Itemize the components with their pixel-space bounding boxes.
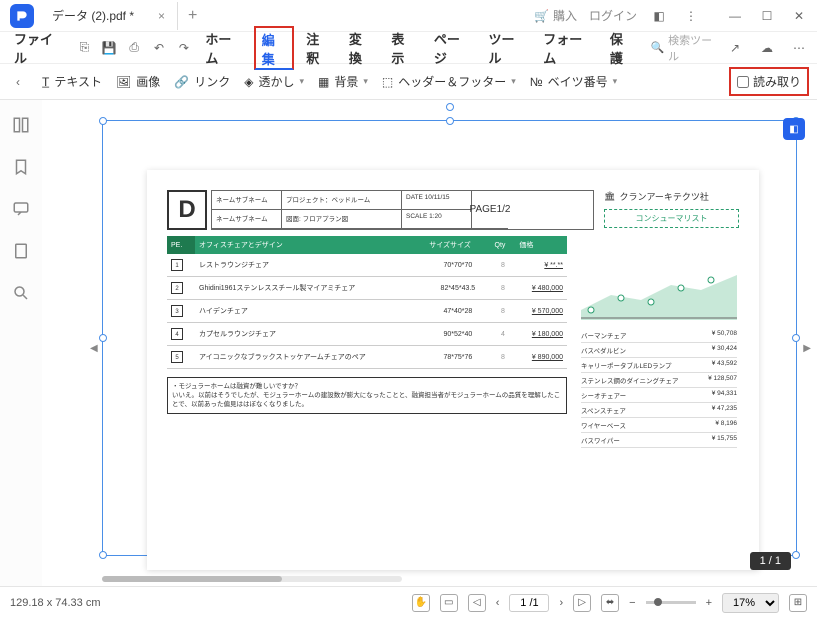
menu-edit[interactable]: 編集 <box>254 26 295 70</box>
table-row: 5アイコニックなブラックストッケアームチェアのペア78*75*768¥ 890,… <box>167 346 567 369</box>
search-sidebar-icon[interactable] <box>12 284 30 302</box>
nav-right-icon[interactable]: ▶ <box>803 343 811 354</box>
minimize-button[interactable]: — <box>721 2 749 30</box>
zoom-out-icon[interactable]: − <box>629 597 635 609</box>
background-tool[interactable]: ▦背景▾ <box>318 73 368 90</box>
share-icon[interactable]: ↗ <box>725 38 745 58</box>
view-mode-icon[interactable]: ⊞ <box>789 594 807 612</box>
readonly-toggle[interactable]: 読み取り <box>729 67 809 96</box>
menu-convert[interactable]: 変換 <box>343 25 380 71</box>
open-icon[interactable]: ⎘ <box>75 38 94 58</box>
handle-tl[interactable] <box>99 117 107 125</box>
note-box: ・モジュラーホームは融資が難しいですか？ いいえ。以前はそうでしたが、モジュラー… <box>167 377 567 414</box>
chevron-left-icon[interactable]: ‹ <box>8 72 28 92</box>
list-item: ステンレス鋼のダイニングチェア¥ 128,507 <box>581 373 737 388</box>
list-item: キャリーポータブルLEDランプ¥ 43,592 <box>581 358 737 373</box>
page-badge-icon[interactable]: ◧ <box>783 118 805 140</box>
undo-icon[interactable]: ↶ <box>150 38 169 58</box>
add-tab-button[interactable]: + <box>178 7 207 25</box>
tab-title: データ (2).pdf * <box>52 7 134 24</box>
more-icon[interactable]: ⋮ <box>681 6 701 26</box>
bookmark-icon[interactable] <box>12 158 30 176</box>
menu-home[interactable]: ホーム <box>199 25 247 71</box>
file-menu[interactable]: ファイル <box>8 25 69 71</box>
nav-left-icon[interactable]: ◀ <box>90 343 98 354</box>
cloud-icon[interactable]: ☁ <box>757 38 777 58</box>
menu-tool[interactable]: ツール <box>482 25 531 71</box>
page-input[interactable] <box>509 594 549 612</box>
redo-icon[interactable]: ↷ <box>174 38 193 58</box>
handle-br[interactable] <box>792 551 800 559</box>
login-link[interactable]: ログイン <box>589 7 637 24</box>
document-page: D ネームサブネーム プロジェクト：ベッドルーム DATE 10/11/15 P… <box>147 170 759 570</box>
close-tab-icon[interactable]: × <box>158 9 165 23</box>
list-item: スペンスチェア¥ 47,235 <box>581 403 737 418</box>
prev-page-icon[interactable]: ◁ <box>468 594 486 612</box>
fit-width-icon[interactable]: ⬌ <box>601 594 619 612</box>
table-row: 2Ghidini1961ステンレススチール製マイアミチェア82*45*43.58… <box>167 277 567 300</box>
attachment-icon[interactable] <box>12 242 30 260</box>
header-footer-tool[interactable]: ⬚ヘッダー＆フッター▾ <box>382 73 516 90</box>
handle-ml[interactable] <box>99 334 107 342</box>
handle-rotate[interactable] <box>446 103 454 111</box>
bates-tool[interactable]: №ベイツ番号▾ <box>530 73 617 90</box>
close-window-button[interactable]: ✕ <box>785 2 813 30</box>
dimensions-readout: 129.18 x 74.33 cm <box>10 597 101 609</box>
sidebar <box>0 100 42 586</box>
handle-mr[interactable] <box>792 334 800 342</box>
menu-comment[interactable]: 注釈 <box>300 25 337 71</box>
table-row: 4カプセルラウンジチェア90*52*404¥ 180,000 <box>167 323 567 346</box>
list-item: バスペダルビン¥ 30,424 <box>581 343 737 358</box>
thumbnail-icon[interactable] <box>12 116 30 134</box>
horizontal-scrollbar[interactable] <box>102 576 402 582</box>
company-block: 🏛クランアーキテクツ社 コンシューマリスト <box>604 190 739 230</box>
page-chevron-left[interactable]: ‹ <box>496 597 500 609</box>
menu-form[interactable]: フォーム <box>537 25 598 71</box>
text-tool[interactable]: T̲テキスト <box>42 73 102 90</box>
maximize-button[interactable]: ☐ <box>753 2 781 30</box>
list-item: シーオチェアー¥ 94,331 <box>581 388 737 403</box>
watermark-tool[interactable]: ◈透かし▾ <box>244 73 304 90</box>
handle-bl[interactable] <box>99 551 107 559</box>
zoom-select[interactable]: 17% <box>722 593 779 613</box>
menu-page[interactable]: ページ <box>428 25 477 71</box>
next-page-icon[interactable]: ▷ <box>573 594 591 612</box>
table-row: 3ハイデンチェア47*40*288¥ 570,000 <box>167 300 567 323</box>
header-grid: ネームサブネーム プロジェクト：ベッドルーム DATE 10/11/15 PAG… <box>211 190 594 230</box>
menu-protect[interactable]: 保護 <box>604 25 641 71</box>
handle-mt[interactable] <box>446 117 454 125</box>
canvas[interactable]: ◀ ▶ ◧ D ネームサブネーム プロジェクト：ベッドルーム DATE 10/1… <box>42 100 817 586</box>
product-table: PE. オフィスチェアとデザイン サイズサイズ Qty 価格 1レストラウンジチ… <box>167 236 567 369</box>
print-icon[interactable]: ⎙ <box>125 38 144 58</box>
menu-view[interactable]: 表示 <box>385 25 422 71</box>
mini-chart <box>581 260 737 320</box>
select-tool-icon[interactable]: ▭ <box>440 594 458 612</box>
save-icon[interactable]: 💾 <box>100 38 119 58</box>
page-chevron-right[interactable]: › <box>559 597 563 609</box>
hand-tool-icon[interactable]: ✋ <box>412 594 430 612</box>
comment-icon[interactable] <box>12 200 30 218</box>
zoom-in-icon[interactable]: + <box>706 597 712 609</box>
side-list: バーマンチェア¥ 50,708バスペダルビン¥ 30,424キャリーポータブルL… <box>581 328 737 448</box>
readonly-checkbox[interactable] <box>737 76 749 88</box>
page-indicator[interactable]: 1 / 1 <box>750 552 791 570</box>
list-item: ワイヤーベース¥ 8,196 <box>581 418 737 433</box>
purchase-link[interactable]: 🛒購入 <box>534 7 577 24</box>
zoom-slider[interactable] <box>646 601 696 604</box>
doc-logo: D <box>167 190 207 230</box>
help-icon[interactable]: ⋯ <box>789 38 809 58</box>
notification-icon[interactable]: ◧ <box>649 6 669 26</box>
image-tool[interactable]: 🖼画像 <box>116 73 160 90</box>
list-item: バーマンチェア¥ 50,708 <box>581 328 737 343</box>
table-row: 1レストラウンジチェア70*70*708¥ **.** <box>167 254 567 277</box>
search-tool[interactable]: 🔍検索ツール <box>650 32 719 64</box>
list-item: バスワイパー¥ 15,755 <box>581 433 737 448</box>
link-tool[interactable]: 🔗リンク <box>174 73 230 90</box>
